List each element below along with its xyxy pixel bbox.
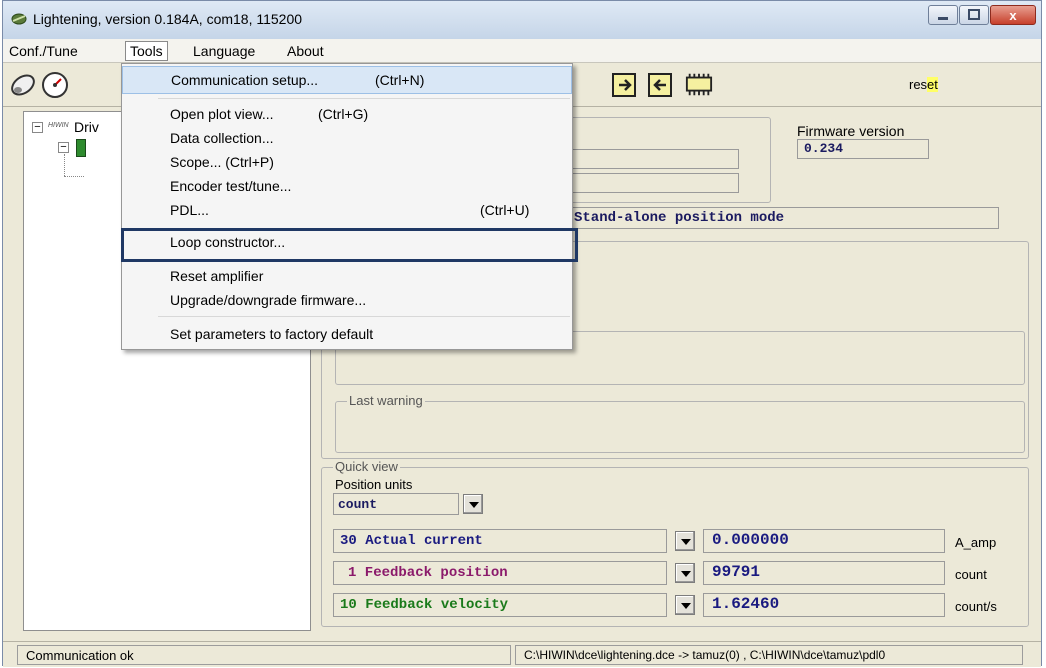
- download-icon[interactable]: [647, 71, 675, 99]
- menu-item-reset-amplifier[interactable]: Reset amplifier: [122, 264, 572, 288]
- variable-value: 0.000000: [703, 529, 945, 553]
- connection-status: Communication ok: [17, 645, 511, 665]
- quick-view-row: 10 Feedback velocity 1.62460 count/s: [333, 593, 1033, 619]
- highlight-outline: [121, 228, 578, 262]
- menu-item-label: Scope... (Ctrl+P): [170, 154, 274, 170]
- menu-separator: [158, 98, 570, 99]
- firmware-label: Firmware version: [797, 123, 905, 139]
- menu-item-encoder-test[interactable]: Encoder test/tune...: [122, 174, 572, 198]
- gauge-icon[interactable]: [41, 71, 69, 99]
- variable-unit: A_amp: [955, 535, 997, 550]
- title-bar: Lightening, version 0.184A, com18, 11520…: [3, 1, 1041, 39]
- collapse-toggle[interactable]: −: [32, 122, 43, 133]
- variable-unit: count/s: [955, 599, 997, 614]
- drive-node-icon[interactable]: [76, 139, 86, 157]
- menu-bar: Conf./Tune Tools Language About: [3, 39, 1041, 63]
- variable-select[interactable]: 1 Feedback position: [333, 561, 667, 585]
- menu-item-factory-default[interactable]: Set parameters to factory default: [122, 322, 572, 346]
- info-field-2: [569, 173, 739, 193]
- position-units-select[interactable]: count: [333, 493, 483, 515]
- menu-separator: [158, 316, 570, 317]
- menu-tools[interactable]: Tools: [125, 41, 168, 61]
- menu-item-label: Open plot view...: [170, 106, 274, 122]
- chevron-down-icon[interactable]: [463, 494, 483, 514]
- menu-item-label: Set parameters to factory default: [170, 326, 374, 342]
- tools-menu: Communication setup... (Ctrl+N) Open plo…: [121, 63, 573, 350]
- position-units-label: Position units: [335, 477, 413, 492]
- menu-item-label: Data collection...: [170, 130, 274, 146]
- menu-item-upgrade-firmware[interactable]: Upgrade/downgrade firmware...: [122, 288, 572, 312]
- menu-item-pdl[interactable]: PDL... (Ctrl+U): [122, 198, 572, 222]
- chip-icon[interactable]: [685, 71, 713, 99]
- window-title: Lightening, version 0.184A, com18, 11520…: [33, 11, 303, 27]
- position-units-value: count: [333, 493, 459, 515]
- last-warning-label: Last warning: [347, 393, 425, 408]
- menu-item-data-collection[interactable]: Data collection...: [122, 126, 572, 150]
- app-icon: [11, 13, 27, 25]
- menu-item-label: Reset amplifier: [170, 268, 264, 284]
- menu-about[interactable]: About: [287, 43, 324, 59]
- menu-item-label: Communication setup...: [171, 72, 319, 88]
- menu-item-shortcut: (Ctrl+N): [375, 72, 425, 88]
- quick-view-label: Quick view: [333, 459, 400, 474]
- minimize-icon: [938, 17, 948, 20]
- menu-item-label: PDL...: [170, 202, 209, 218]
- variable-select[interactable]: 30 Actual current: [333, 529, 667, 553]
- project-path: C:\HIWIN\dce\lightening.dce -> tamuz(0) …: [515, 645, 1023, 665]
- tree-connector: [64, 154, 65, 176]
- reset-button[interactable]: reset: [909, 77, 938, 92]
- tree-root-label[interactable]: Driv: [74, 119, 99, 135]
- menu-item-communication-setup[interactable]: Communication setup... (Ctrl+N): [122, 66, 572, 94]
- chevron-down-icon[interactable]: [675, 531, 695, 551]
- maximize-icon: [968, 9, 980, 20]
- mode-field: Stand-alone position mode: [569, 207, 999, 229]
- connect-icon[interactable]: [9, 71, 37, 99]
- tree-connector: [64, 176, 84, 177]
- menu-item-shortcut: (Ctrl+G): [318, 106, 369, 122]
- quick-view-row: 1 Feedback position 99791 count: [333, 561, 1033, 587]
- menu-conf-tune[interactable]: Conf./Tune: [9, 43, 78, 59]
- hiwin-logo: HIWIN: [48, 122, 69, 129]
- variable-select[interactable]: 10 Feedback velocity: [333, 593, 667, 617]
- last-warning-box: [335, 401, 1025, 453]
- upload-icon[interactable]: [611, 71, 639, 99]
- chevron-down-icon[interactable]: [675, 595, 695, 615]
- info-field-1: [569, 149, 739, 169]
- menu-item-label: Encoder test/tune...: [170, 178, 292, 194]
- status-bar: Communication ok C:\HIWIN\dce\lightening…: [3, 641, 1041, 667]
- menu-item-open-plot-view[interactable]: Open plot view... (Ctrl+G): [122, 102, 572, 126]
- chevron-down-icon[interactable]: [675, 563, 695, 583]
- variable-unit: count: [955, 567, 987, 582]
- variable-value: 1.62460: [703, 593, 945, 617]
- menu-item-shortcut: (Ctrl+U): [480, 202, 530, 218]
- quick-view-row: 30 Actual current 0.000000 A_amp: [333, 529, 1033, 555]
- child-collapse-toggle[interactable]: −: [58, 142, 69, 153]
- firmware-value: 0.234: [797, 139, 929, 159]
- menu-language[interactable]: Language: [193, 43, 255, 59]
- close-button[interactable]: x: [990, 5, 1036, 25]
- maximize-button[interactable]: [959, 5, 989, 25]
- menu-item-scope[interactable]: Scope... (Ctrl+P): [122, 150, 572, 174]
- menu-item-label: Upgrade/downgrade firmware...: [170, 292, 367, 308]
- variable-select-text: 1 Feedback position: [348, 565, 508, 581]
- variable-value: 99791: [703, 561, 945, 585]
- minimize-button[interactable]: [928, 5, 958, 25]
